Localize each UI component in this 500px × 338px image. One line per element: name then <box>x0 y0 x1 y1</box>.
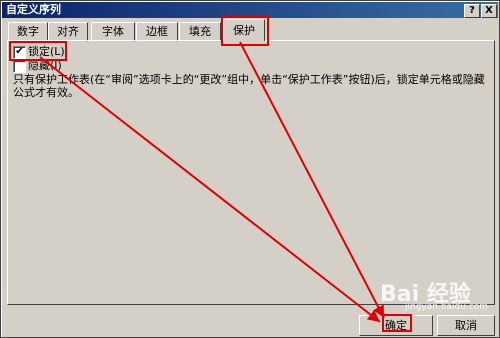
ok-button[interactable]: 确定 <box>359 315 433 336</box>
title-bar: 自定义序列 ? X <box>2 2 498 18</box>
close-button[interactable]: X <box>481 4 497 18</box>
protection-description: 只有保护工作表(在“审阅”选项卡上的“更改”组中，单击“保护工作表”按钮)后，锁… <box>13 73 485 99</box>
tab-protection[interactable]: 保护 <box>223 19 265 41</box>
help-button[interactable]: ? <box>464 4 480 18</box>
cancel-button[interactable]: 取消 <box>437 315 495 336</box>
tab-alignment[interactable]: 对齐 <box>48 22 88 42</box>
hidden-checkbox[interactable] <box>13 60 26 73</box>
locked-checkbox[interactable]: ✔ <box>13 46 26 59</box>
locked-label[interactable]: 锁定(L) <box>28 45 65 58</box>
tab-font[interactable]: 字体 <box>91 22 135 42</box>
watermark-subtext: jingyan.baidu.com <box>405 302 489 312</box>
hidden-label[interactable]: 隐藏(I) <box>28 59 62 72</box>
tab-border[interactable]: 边框 <box>136 22 178 42</box>
tab-number[interactable]: 数字 <box>8 22 48 42</box>
dialog-title: 自定义序列 <box>6 3 61 16</box>
tab-fill[interactable]: 填充 <box>179 22 221 42</box>
